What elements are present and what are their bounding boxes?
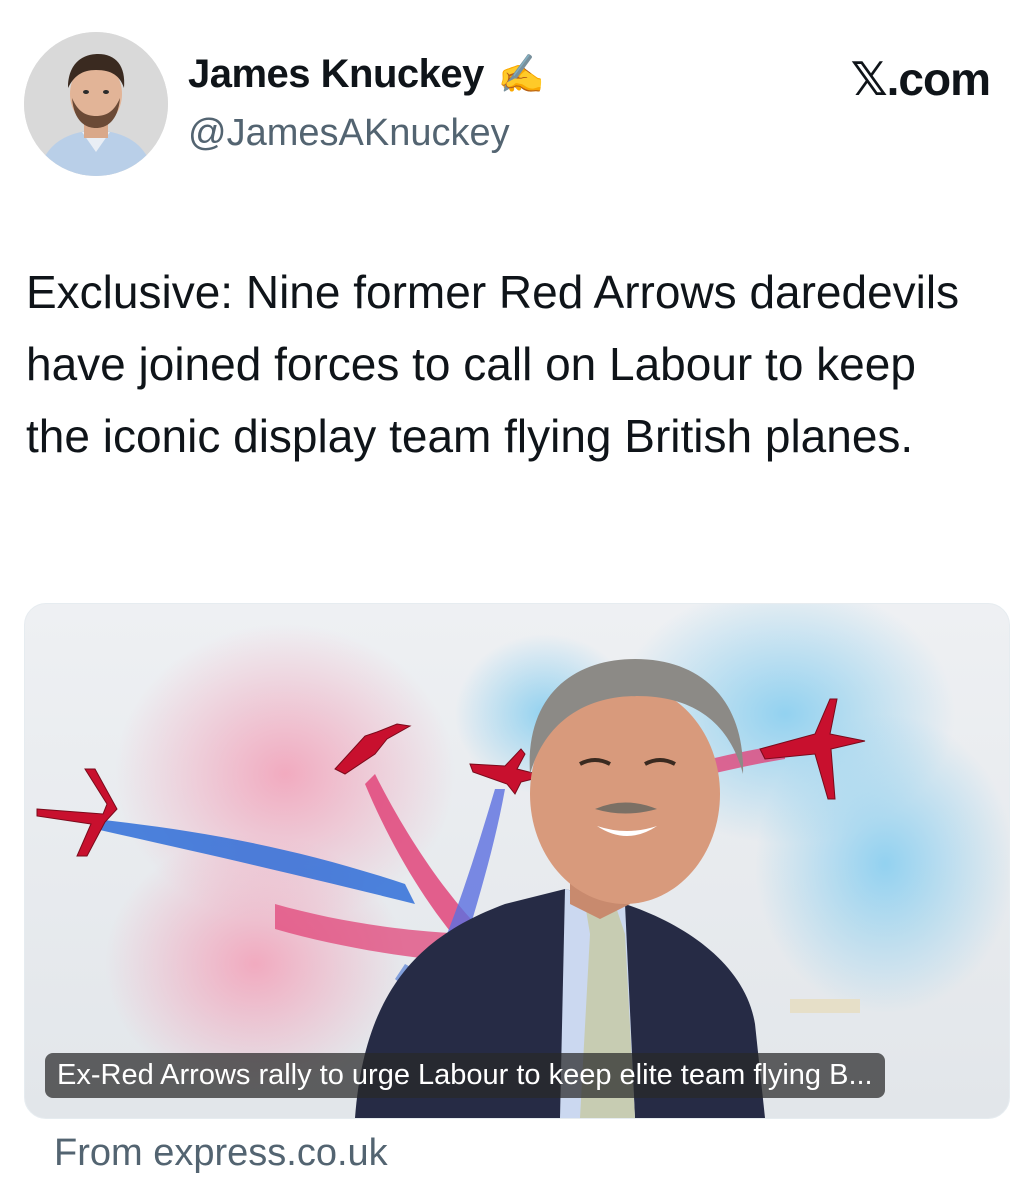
writing-hand-icon: ✍️ <box>497 53 545 96</box>
author-avatar[interactable] <box>24 32 168 176</box>
x-com-suffix: .com <box>886 53 991 105</box>
card-headline: Ex-Red Arrows rally to urge Labour to ke… <box>45 1053 885 1098</box>
link-source[interactable]: From express.co.uk <box>54 1132 388 1175</box>
author-name[interactable]: James Knuckey ✍️ <box>188 52 545 97</box>
tweet-text: Exclusive: Nine former Red Arrows darede… <box>26 266 960 462</box>
author-name-text: James Knuckey <box>188 52 484 96</box>
author-handle[interactable]: @JamesAKnuckey <box>188 112 510 155</box>
link-preview-card[interactable]: Ex-Red Arrows rally to urge Labour to ke… <box>24 603 1010 1119</box>
avatar-portrait <box>24 32 168 176</box>
x-com-badge: 𝕏 .com <box>850 52 991 106</box>
x-logo-icon: 𝕏 <box>850 52 888 106</box>
article-photo <box>25 604 1009 1118</box>
